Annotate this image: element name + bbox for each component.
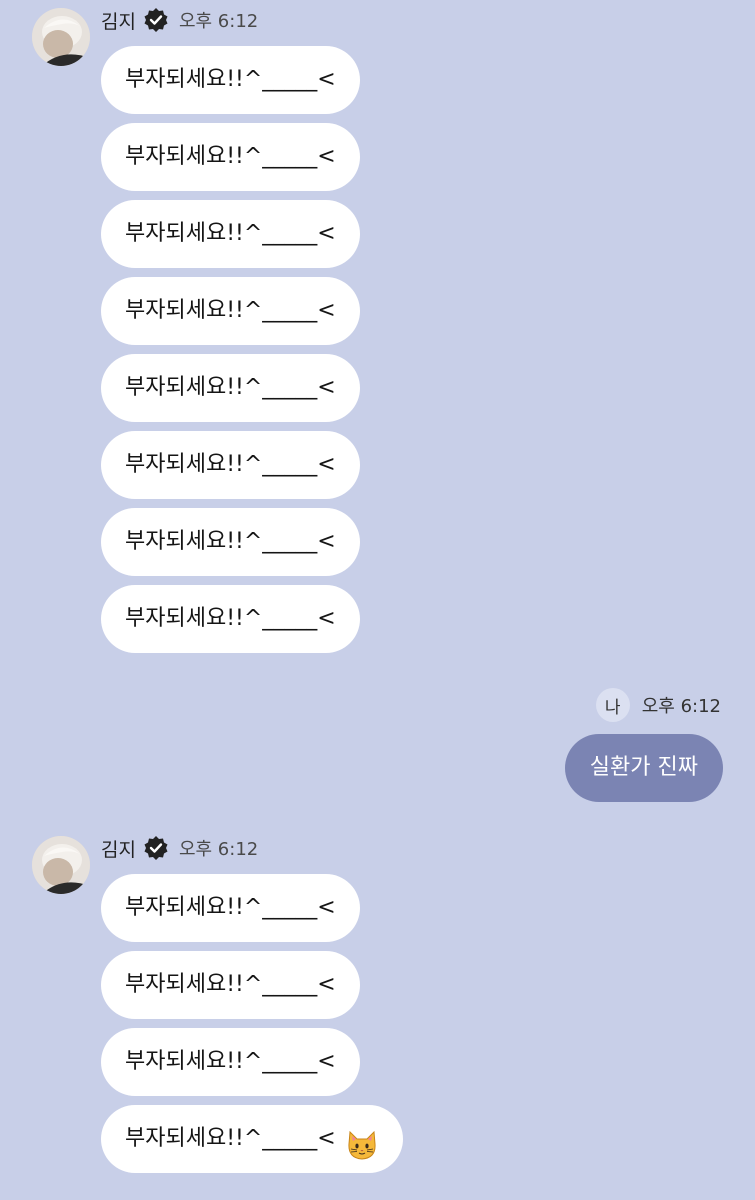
message-text: 부자되세요!!^_____< bbox=[125, 375, 336, 400]
my-message-text: 실환가 진짜 bbox=[589, 755, 698, 780]
avatar-image bbox=[32, 8, 90, 66]
my-message-header: 나 오후 6:12 bbox=[595, 688, 721, 722]
message-text: 부자되세요!!^_____< bbox=[125, 895, 336, 920]
message-bubble[interactable]: 부자되세요!!^_____< bbox=[101, 874, 360, 942]
message-text: 부자되세요!!^_____< bbox=[125, 298, 336, 323]
verified-badge-icon bbox=[143, 7, 169, 33]
avatar-image bbox=[32, 836, 90, 894]
avatar[interactable] bbox=[32, 8, 90, 66]
message-text: 부자되세요!!^_____< bbox=[125, 221, 336, 246]
message-text: 부자되세요!!^_____< bbox=[125, 1049, 336, 1074]
message-bubble[interactable]: 부자되세요!!^_____< bbox=[101, 200, 360, 268]
message-header: 김지 오후 6:12 bbox=[101, 6, 258, 34]
message-group-1: 김지 오후 6:12 부자되세요!!^_____< 부자되세요!!^_____<… bbox=[0, 0, 755, 660]
message-bubble[interactable]: 부자되세요!!^_____< bbox=[101, 1105, 403, 1173]
message-bubble[interactable]: 부자되세요!!^_____< bbox=[101, 277, 360, 345]
verified-badge-icon bbox=[143, 835, 169, 861]
message-text: 부자되세요!!^_____< bbox=[125, 144, 336, 169]
message-text: 부자되세요!!^_____< bbox=[125, 529, 336, 554]
message-text: 부자되세요!!^_____< bbox=[125, 606, 336, 631]
message-text: 부자되세요!!^_____< bbox=[125, 452, 336, 477]
my-message-time: 오후 6:12 bbox=[641, 696, 721, 717]
message-bubble[interactable]: 부자되세요!!^_____< bbox=[101, 508, 360, 576]
message-text: 부자되세요!!^_____< bbox=[125, 67, 336, 92]
avatar[interactable] bbox=[32, 836, 90, 894]
message-time: 오후 6:12 bbox=[178, 839, 259, 860]
message-bubble[interactable]: 부자되세요!!^_____< bbox=[101, 431, 360, 499]
message-bubble[interactable]: 부자되세요!!^_____< bbox=[101, 585, 360, 653]
me-badge: 나 bbox=[595, 688, 630, 722]
message-bubble[interactable]: 부자되세요!!^_____< bbox=[101, 123, 360, 191]
message-bubble[interactable]: 부자되세요!!^_____< bbox=[101, 951, 360, 1019]
my-message-bubble[interactable]: 실환가 진짜 bbox=[564, 734, 723, 802]
message-text: 부자되세요!!^_____< bbox=[125, 1126, 336, 1151]
message-text: 부자되세요!!^_____< bbox=[125, 972, 336, 997]
cat-face-icon bbox=[345, 1122, 379, 1160]
message-group-2: 김지 오후 6:12 부자되세요!!^_____< 부자되세요!!^_____<… bbox=[0, 828, 755, 1188]
sender-name[interactable]: 김지 bbox=[101, 835, 136, 862]
sender-name[interactable]: 김지 bbox=[101, 7, 136, 34]
message-bubble[interactable]: 부자되세요!!^_____< bbox=[101, 354, 360, 422]
message-bubble[interactable]: 부자되세요!!^_____< bbox=[101, 46, 360, 114]
message-time: 오후 6:12 bbox=[178, 11, 259, 32]
message-bubble[interactable]: 부자되세요!!^_____< bbox=[101, 1028, 360, 1096]
message-header: 김지 오후 6:12 bbox=[101, 834, 258, 862]
